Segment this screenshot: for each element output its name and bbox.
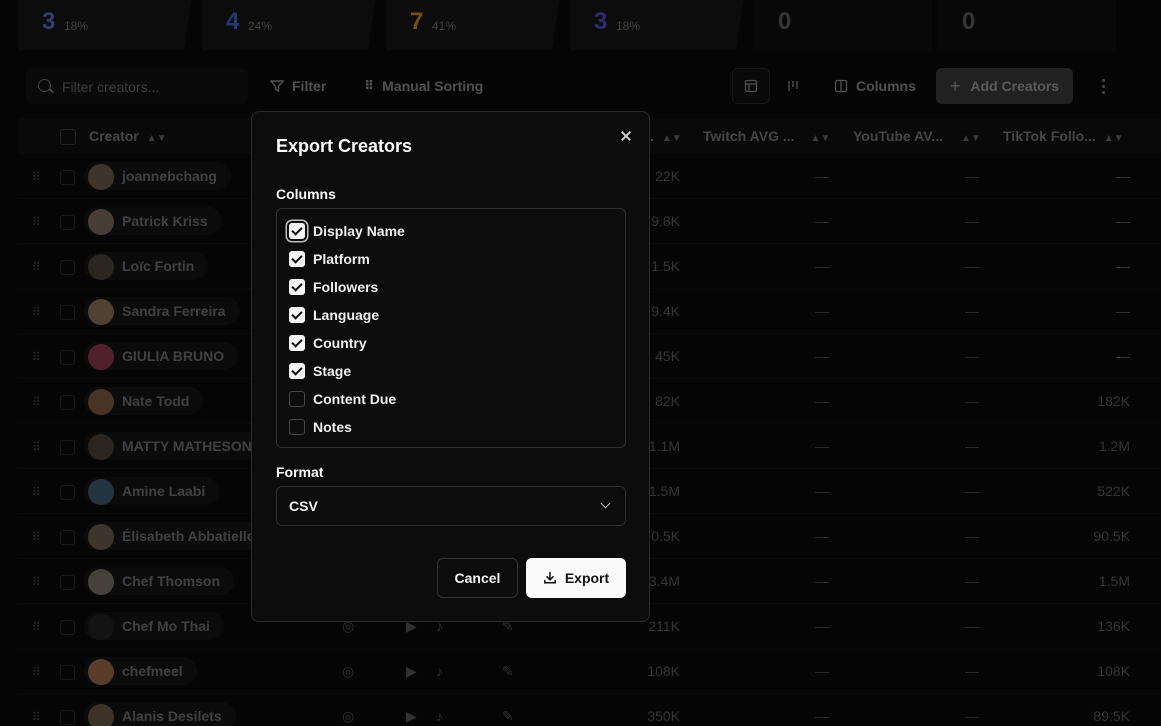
column-option[interactable]: Platform xyxy=(289,245,370,273)
column-option-label: Display Name xyxy=(313,223,405,239)
column-option-label: Notes xyxy=(313,419,352,435)
format-select[interactable]: CSV xyxy=(276,486,626,526)
cancel-button[interactable]: Cancel xyxy=(437,558,518,598)
column-option[interactable]: Display Name xyxy=(289,217,405,245)
column-option[interactable]: Stage xyxy=(289,357,351,385)
close-icon[interactable] xyxy=(616,126,636,146)
column-option[interactable]: Language xyxy=(289,301,379,329)
column-option[interactable]: Country xyxy=(289,329,367,357)
column-option-label: Content Due xyxy=(313,391,397,407)
export-button[interactable]: Export xyxy=(526,558,626,598)
column-option-label: Platform xyxy=(313,251,370,267)
column-option[interactable]: Followers xyxy=(289,273,378,301)
export-creators-dialog: Export Creators Columns Display Name Plat… xyxy=(251,111,650,622)
column-checkbox[interactable] xyxy=(289,419,305,435)
column-checkbox[interactable] xyxy=(289,363,305,379)
column-option-label: Stage xyxy=(313,363,352,379)
column-checkbox[interactable] xyxy=(289,307,305,323)
chevron-down-icon xyxy=(600,498,611,509)
format-select-value: CSV xyxy=(289,498,318,514)
format-section-label: Format xyxy=(276,464,324,480)
column-checkbox[interactable] xyxy=(289,279,305,295)
columns-section-label: Columns xyxy=(276,186,336,202)
column-option-label: Followers xyxy=(313,279,379,295)
page: IDENTIFIED318%OUTREACH424%NEGOTIATION741… xyxy=(0,0,1161,726)
export-label: Export xyxy=(564,570,610,586)
column-checkbox[interactable] xyxy=(289,335,305,351)
column-option-label: Country xyxy=(313,335,367,351)
column-option[interactable]: Notes xyxy=(289,413,352,441)
column-checkbox[interactable] xyxy=(289,223,305,239)
column-checkbox[interactable] xyxy=(289,391,305,407)
column-checkbox[interactable] xyxy=(289,251,305,267)
dialog-title: Export Creators xyxy=(276,136,413,156)
column-option-label: Language xyxy=(313,307,380,323)
download-icon xyxy=(543,571,556,584)
column-option[interactable]: Content Due xyxy=(289,385,396,413)
columns-checklist: Display Name Platform Followers Language Cou… xyxy=(276,208,626,448)
cancel-label: Cancel xyxy=(454,570,501,586)
